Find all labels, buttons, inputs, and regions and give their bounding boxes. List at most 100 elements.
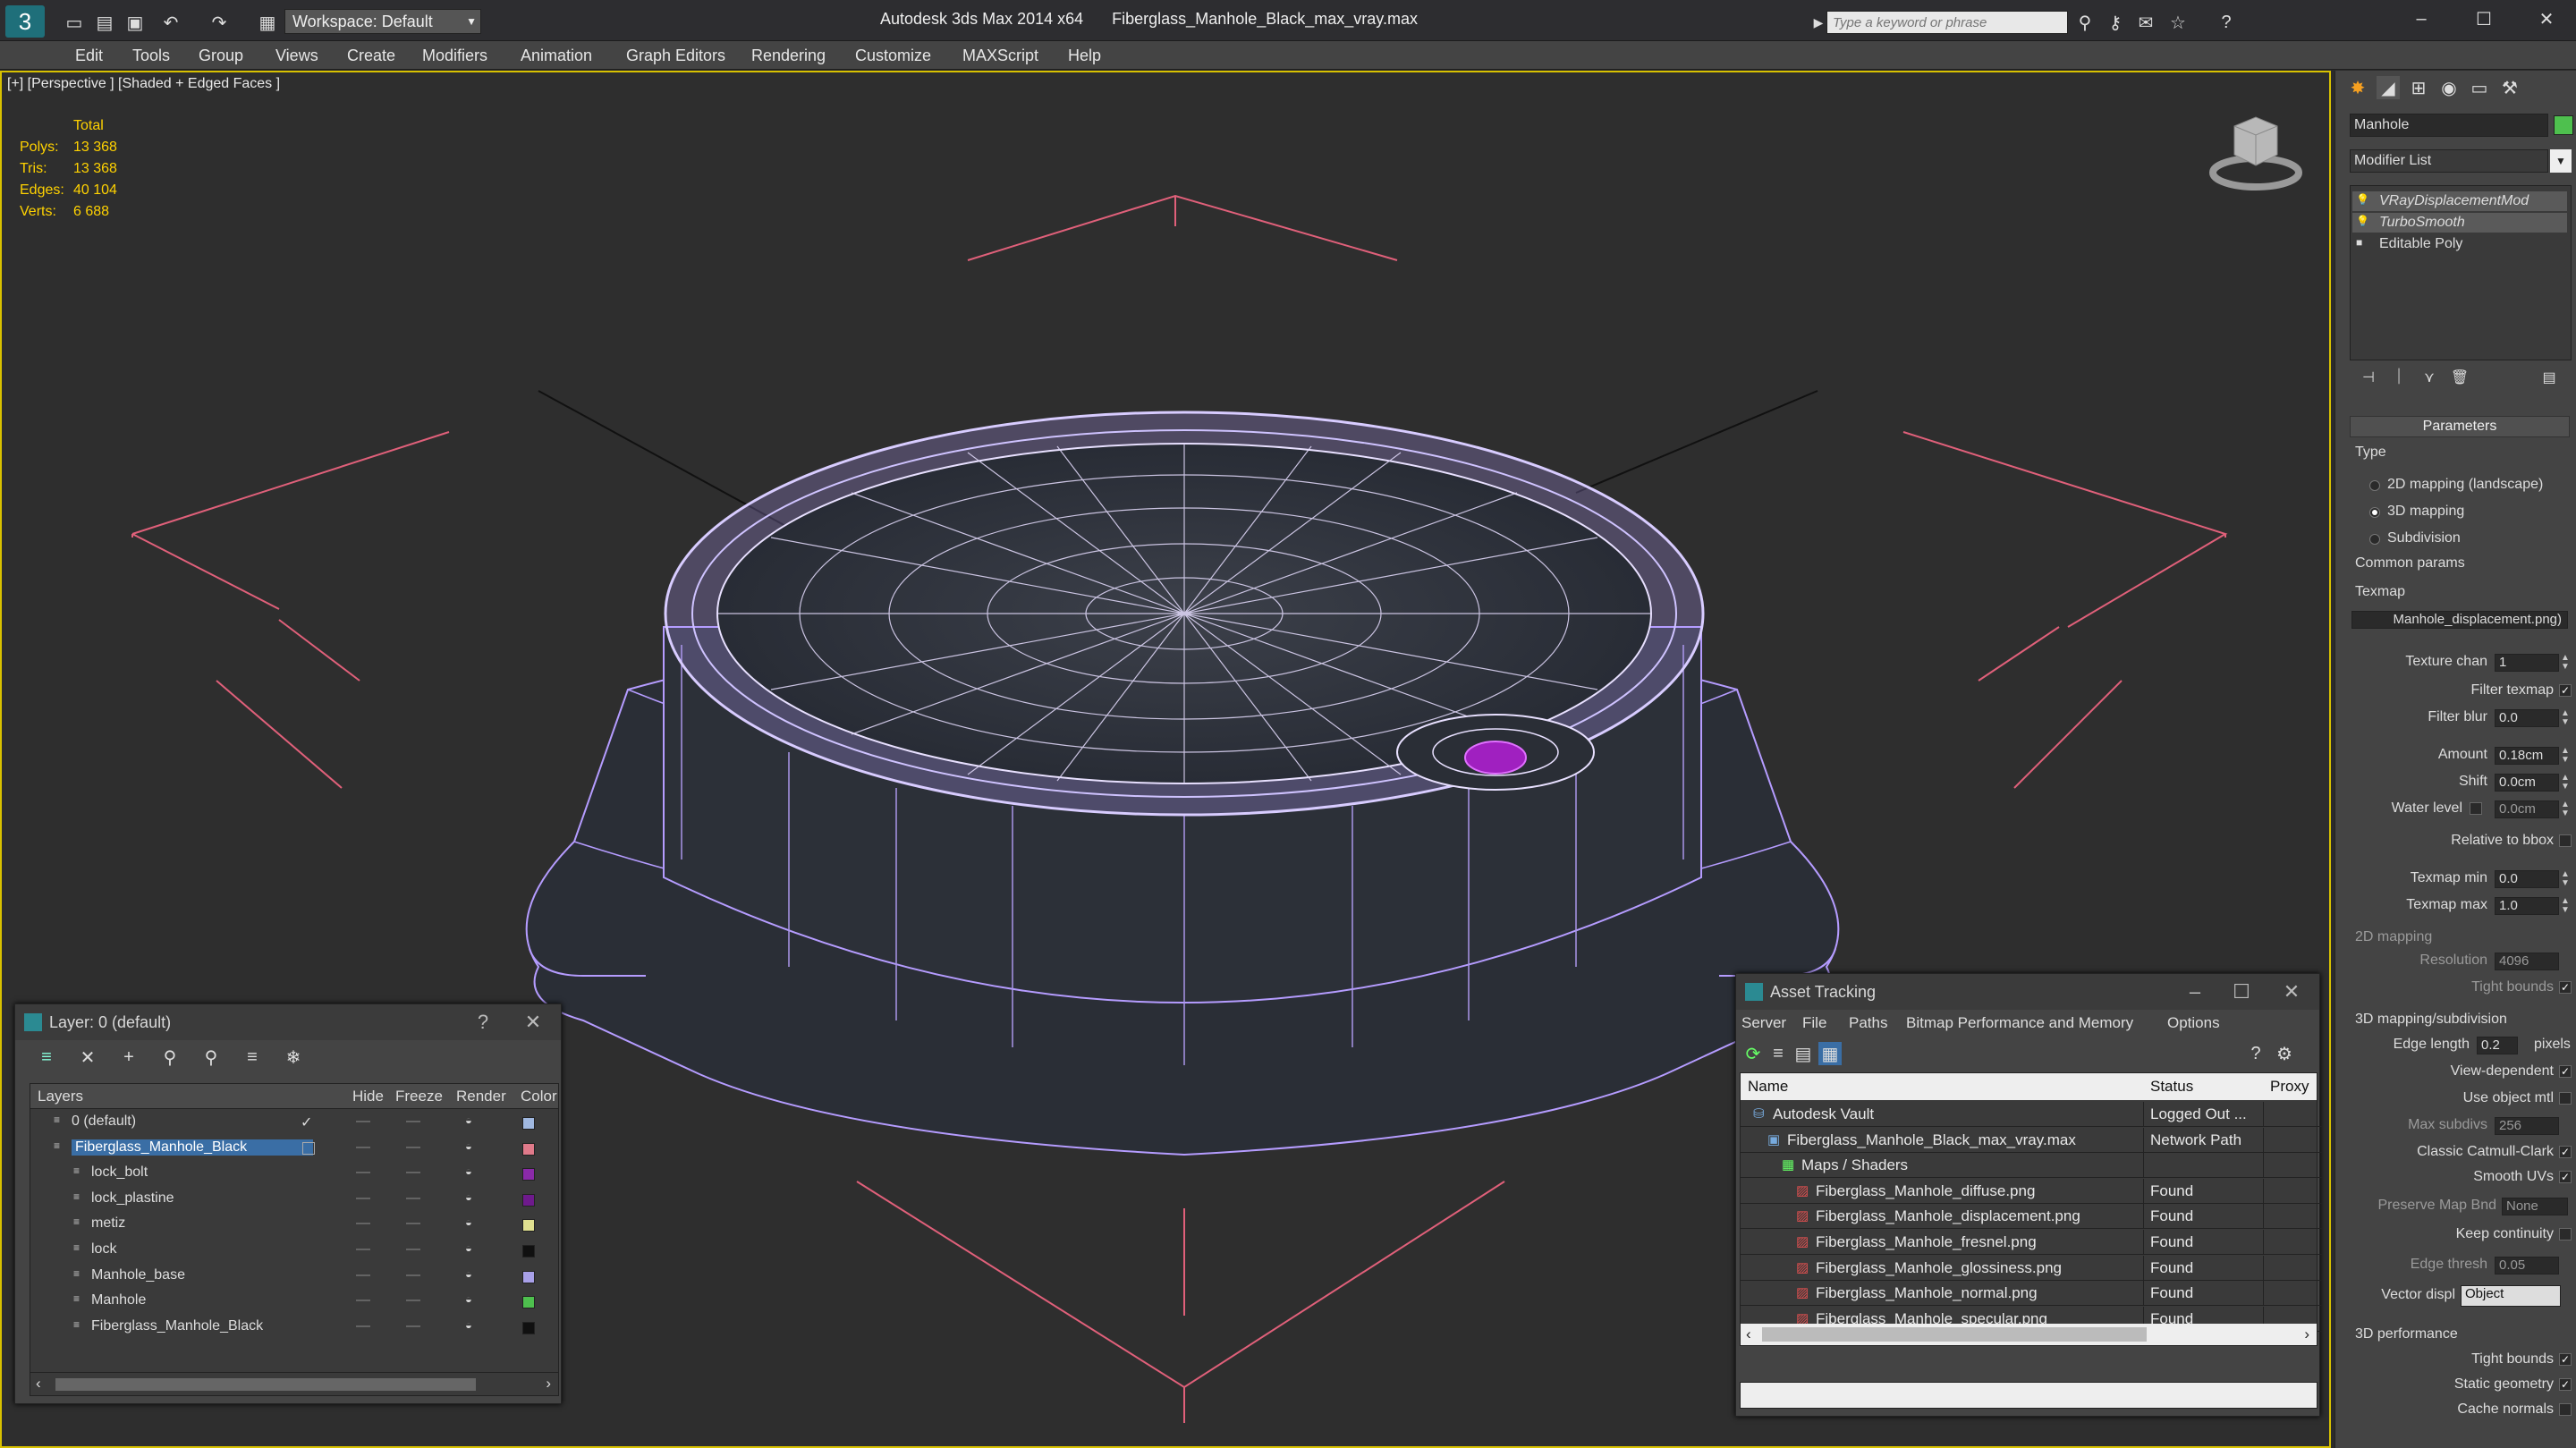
layer-row[interactable]: lock_bolt ≡ — — ◒ — [30, 1162, 567, 1187]
select-objects-icon[interactable]: ⚲ — [158, 1046, 182, 1069]
undo-icon[interactable]: ↶ — [159, 11, 182, 34]
render-teapot-icon[interactable]: ◒ — [465, 1318, 472, 1332]
freeze-toggle[interactable]: — — [406, 1318, 420, 1334]
max-subdivs-field[interactable]: 256 — [2495, 1117, 2559, 1135]
lightbulb-icon[interactable]: 💡 — [2356, 193, 2369, 206]
freeze-all-icon[interactable]: ❄ — [282, 1046, 305, 1069]
show-end-result-icon[interactable]: ⏐ — [2387, 366, 2411, 389]
asset-row[interactable]: ▨ Fiberglass_Manhole_glossiness.png Found — [1741, 1255, 2322, 1281]
scroll-right-icon[interactable]: › — [2304, 1325, 2309, 1343]
field-value[interactable]: 0.18cm — [2495, 747, 2559, 765]
freeze-toggle[interactable]: — — [406, 1292, 420, 1308]
minimize-icon[interactable]: – — [2180, 974, 2210, 1010]
hide-toggle[interactable]: — — [356, 1292, 370, 1308]
asset-row[interactable]: ▨ Fiberglass_Manhole_diffuse.png Found — [1741, 1178, 2322, 1204]
spinner-icon[interactable]: ▲ ▼ — [2561, 897, 2570, 915]
edge-length-field[interactable]: 0.2 — [2477, 1037, 2518, 1054]
help-icon[interactable]: ? — [2244, 1042, 2267, 1065]
layer-row[interactable]: Fiberglass_Manhole_Black ≡ — — ◒ — [30, 1316, 567, 1341]
menu-help[interactable]: Help — [1064, 45, 1105, 66]
parameters-rollout[interactable]: Parameters — [2350, 416, 2570, 437]
spinner-icon[interactable]: ▲ ▼ — [2561, 654, 2570, 672]
preserve-map-dropdown[interactable]: None — [2502, 1198, 2568, 1215]
scroll-right-icon[interactable]: › — [546, 1375, 551, 1393]
menu-modifiers[interactable]: Modifiers — [419, 45, 491, 66]
tight-bounds-2d-checkbox[interactable]: ✓ — [2559, 981, 2572, 994]
freeze-toggle[interactable]: — — [406, 1114, 420, 1130]
field-value[interactable]: 0.0 — [2495, 870, 2559, 888]
type-radio[interactable] — [2369, 534, 2380, 545]
col-hide[interactable]: Hide — [352, 1088, 384, 1105]
add-to-layer-icon[interactable]: + — [117, 1046, 140, 1069]
render-teapot-icon[interactable]: ◒ — [465, 1215, 472, 1229]
close-icon[interactable]: ✕ — [2535, 7, 2558, 30]
render-teapot-icon[interactable]: ◒ — [465, 1241, 472, 1255]
freeze-toggle[interactable]: — — [406, 1190, 420, 1207]
field-value[interactable]: 0.0cm — [2495, 800, 2559, 818]
maximize-icon[interactable]: ☐ — [2226, 974, 2257, 1010]
current-layer-box[interactable] — [302, 1141, 315, 1155]
layer-row[interactable]: lock ≡ — — ◒ — [30, 1239, 567, 1264]
asset-hscrollbar[interactable]: ‹ › — [1741, 1324, 2317, 1345]
lightbulb-icon[interactable]: 💡 — [2356, 215, 2369, 227]
settings-icon[interactable]: ⚙ — [2273, 1042, 2296, 1065]
hierarchy-tab-icon[interactable]: ⊞ — [2407, 76, 2430, 99]
scroll-left-icon[interactable]: ‹ — [1746, 1325, 1751, 1343]
field-value[interactable]: 1 — [2495, 654, 2559, 672]
pin-stack-icon[interactable]: ⊣ — [2357, 366, 2380, 389]
hide-toggle[interactable]: — — [356, 1139, 370, 1156]
keep-continuity-checkbox[interactable] — [2559, 1228, 2572, 1241]
close-icon[interactable]: ✕ — [518, 1004, 548, 1040]
remove-modifier-icon[interactable]: 🗑 — [2448, 366, 2471, 389]
help-icon[interactable]: ? — [468, 1004, 498, 1040]
freeze-toggle[interactable]: — — [406, 1215, 420, 1232]
smooth-uvs-checkbox[interactable]: ✓ — [2559, 1171, 2572, 1183]
type-radio[interactable] — [2369, 507, 2380, 518]
perf-checkbox[interactable]: ✓ — [2559, 1378, 2572, 1391]
asset-path-field[interactable] — [1740, 1382, 2318, 1409]
field-checkbox[interactable]: ✓ — [2559, 684, 2572, 697]
asset-row[interactable]: ⛁ Autodesk Vault Logged Out ... — [1741, 1102, 2322, 1127]
hide-toggle[interactable]: — — [356, 1164, 370, 1181]
hide-toggle[interactable]: — — [356, 1318, 370, 1334]
close-icon[interactable]: ✕ — [2276, 974, 2307, 1010]
asset-row[interactable]: ▨ Fiberglass_Manhole_displacement.png Foun… — [1741, 1204, 2322, 1230]
view-dependent-checkbox[interactable]: ✓ — [2559, 1065, 2572, 1078]
asset-menu-bitmap[interactable]: Bitmap Performance and Memory — [1906, 1014, 2133, 1032]
render-teapot-icon[interactable]: ◒ — [465, 1164, 472, 1178]
layer-color-swatch[interactable] — [522, 1168, 535, 1181]
asset-row[interactable]: ▣ Fiberglass_Manhole_Black_max_vray.max Ne… — [1741, 1127, 2322, 1153]
object-name-field[interactable]: Manhole — [2350, 114, 2548, 137]
layer-row[interactable]: lock_plastine ≡ — — ◒ — [30, 1188, 567, 1213]
spinner-icon[interactable]: ▲ ▼ — [2561, 870, 2570, 888]
scroll-left-icon[interactable]: ‹ — [36, 1375, 41, 1393]
menu-graph-editors[interactable]: Graph Editors — [623, 45, 729, 66]
hide-toggle[interactable]: — — [356, 1114, 370, 1130]
use-object-mtl-checkbox[interactable] — [2559, 1092, 2572, 1105]
modifier-stack-item[interactable]: 💡 VRayDisplacementMod — [2352, 191, 2567, 211]
asset-menu-file[interactable]: File — [1802, 1014, 1826, 1032]
layer-row[interactable]: metiz ≡ — — ◒ — [30, 1213, 567, 1238]
asset-row[interactable]: ▨ Fiberglass_Manhole_fresnel.png Found — [1741, 1230, 2322, 1255]
layer-color-swatch[interactable] — [522, 1219, 535, 1232]
asset-row[interactable]: ▦ Maps / Shaders — [1741, 1153, 2322, 1179]
create-tab-icon[interactable]: ✸ — [2346, 76, 2369, 99]
asset-menu-options[interactable]: Options — [2167, 1014, 2220, 1032]
modify-tab-icon[interactable]: ◢ — [2377, 76, 2400, 99]
menu-edit[interactable]: Edit — [72, 45, 106, 66]
layer-color-swatch[interactable] — [522, 1245, 535, 1257]
motion-tab-icon[interactable]: ◉ — [2437, 76, 2461, 99]
project-folder-icon[interactable]: ▦ — [256, 11, 279, 34]
maximize-icon[interactable]: ☐ — [2472, 7, 2496, 30]
highlight-layer-icon[interactable]: ⚲ — [199, 1046, 223, 1069]
freeze-toggle[interactable]: — — [406, 1139, 420, 1156]
resolution-field[interactable]: 4096 — [2495, 953, 2559, 970]
layer-color-swatch[interactable] — [522, 1193, 535, 1207]
menu-maxscript[interactable]: MAXScript — [959, 45, 1042, 66]
col-name[interactable]: Name — [1748, 1078, 1788, 1096]
spinner-icon[interactable]: ▲ ▼ — [2561, 747, 2570, 765]
edge-thresh-field[interactable]: 0.05 — [2495, 1257, 2559, 1274]
grid-view-icon[interactable]: ▦ — [1818, 1042, 1842, 1065]
spinner-icon[interactable]: ▲ ▼ — [2561, 709, 2570, 727]
layer-row[interactable]: 0 (default) ≡ ✓ — — ◒ — [30, 1111, 567, 1136]
